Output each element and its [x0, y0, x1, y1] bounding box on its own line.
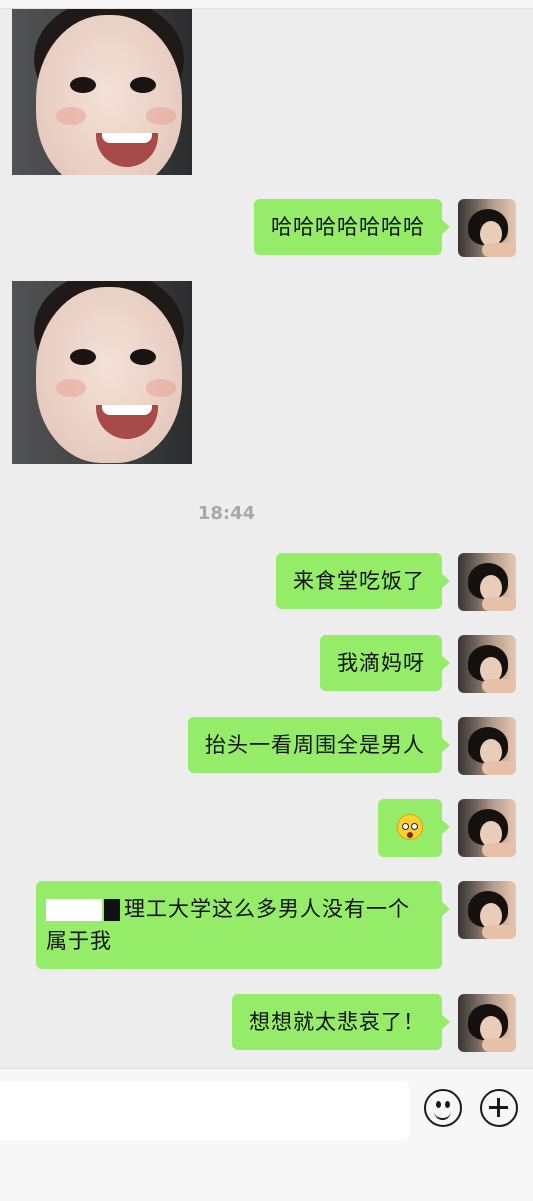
- message-row: 想想就太悲哀了！: [232, 994, 516, 1052]
- message-bubble[interactable]: 抬头一看周围全是男人: [188, 717, 450, 773]
- plus-icon[interactable]: [480, 1089, 518, 1127]
- message-bubble[interactable]: 哈哈哈哈哈哈哈: [254, 199, 450, 255]
- message-bubble[interactable]: 我滴妈呀: [320, 635, 450, 691]
- redacted-text: [104, 899, 120, 921]
- avatar[interactable]: [458, 994, 516, 1052]
- message-line: 属于我: [46, 929, 112, 953]
- flushed-face-emoji-icon: [397, 814, 423, 840]
- avatar[interactable]: [458, 717, 516, 775]
- chat-area[interactable]: 哈哈哈哈哈哈哈 18:44 来食堂吃饭了 我滴妈呀 抬头一看周围全是男人 理工大…: [0, 0, 533, 1068]
- avatar[interactable]: [458, 635, 516, 693]
- avatar[interactable]: [458, 199, 516, 257]
- message-bubble[interactable]: 想想就太悲哀了！: [232, 994, 450, 1050]
- redacted-text: [46, 899, 102, 921]
- message-line: 理工大学这么多男人没有一个: [124, 897, 410, 921]
- message-row: 理工大学这么多男人没有一个 属于我: [36, 881, 516, 969]
- message-bubble[interactable]: 来食堂吃饭了: [276, 553, 450, 609]
- sticker-message[interactable]: [12, 281, 192, 464]
- timestamp: 18:44: [197, 503, 256, 524]
- message-bubble[interactable]: 理工大学这么多男人没有一个 属于我: [36, 881, 450, 969]
- input-bar: [0, 1068, 533, 1201]
- message-row: 抬头一看周围全是男人: [188, 717, 516, 775]
- emoji-smile-icon[interactable]: [424, 1089, 462, 1127]
- message-row: 我滴妈呀: [320, 635, 516, 693]
- message-row: [378, 799, 516, 857]
- message-input[interactable]: [0, 1081, 410, 1140]
- message-bubble[interactable]: [378, 799, 450, 857]
- message-row: 哈哈哈哈哈哈哈: [254, 199, 516, 257]
- avatar[interactable]: [458, 799, 516, 857]
- avatar[interactable]: [458, 553, 516, 611]
- avatar[interactable]: [458, 881, 516, 939]
- top-edge: [0, 0, 533, 9]
- sticker-message[interactable]: [12, 9, 192, 175]
- message-row: 来食堂吃饭了: [276, 553, 516, 611]
